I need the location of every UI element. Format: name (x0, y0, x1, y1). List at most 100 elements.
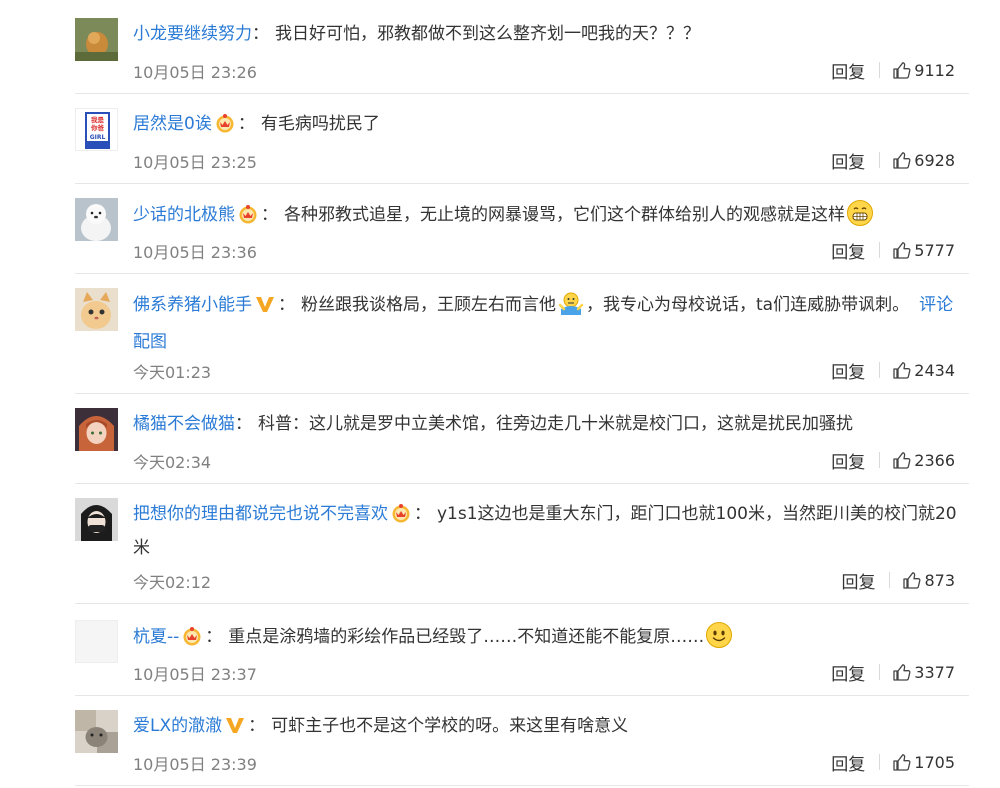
colon: ： (278, 295, 295, 315)
like-count: 5777 (914, 240, 955, 260)
smile-emoji-icon (705, 621, 733, 659)
comment-item: 把想你的理由都说完也说不完喜欢： y1s1这边也是重大东门，距门口也就100米，当… (75, 498, 969, 604)
avatar[interactable] (75, 18, 118, 61)
like-button[interactable]: 2366 (892, 450, 955, 470)
avatar-text: 我是 (91, 115, 105, 124)
like-button[interactable]: 6928 (892, 150, 955, 170)
username-link[interactable]: 爱LX的澈澈 (133, 716, 222, 736)
member-crown-icon (390, 503, 412, 533)
like-button[interactable]: 3377 (892, 662, 955, 682)
like-button[interactable]: 5777 (892, 240, 955, 260)
username-link[interactable]: 把想你的理由都说完也说不完喜欢 (133, 504, 388, 524)
avatar[interactable] (75, 620, 118, 663)
comment-item: 橘猫不会做猫： 科普：这儿就是罗中立美术馆，往旁边走几十米就是校门口，这就是扰民加… (75, 408, 969, 484)
reply-button[interactable]: 回复 (831, 660, 865, 685)
divider (879, 62, 881, 78)
avatar[interactable] (75, 710, 118, 753)
thumbs-up-icon (893, 62, 911, 79)
verified-v-icon (224, 715, 246, 745)
like-count: 2366 (914, 450, 955, 470)
divider (879, 754, 881, 770)
verified-v-icon (254, 294, 276, 324)
like-count: 2434 (914, 360, 955, 380)
like-count: 6928 (914, 150, 955, 170)
thumbs-up-icon (903, 572, 921, 589)
thumbs-up-icon (893, 452, 911, 469)
comment-item: 小龙要继续努力： 我日好可怕，邪教都做不到这么整齐划一吧我的天？？？ 10月05日… (75, 18, 969, 94)
like-count: 3377 (914, 662, 955, 682)
like-button[interactable]: 2434 (892, 360, 955, 380)
grin-emoji-icon (846, 199, 874, 237)
comment-item: 爱LX的澈澈 ：可虾主子也不是这个学校的呀。来这里有啥意义 10月05日 23:3… (75, 710, 969, 786)
avatar[interactable] (75, 408, 118, 451)
avatar-text: GIRL (90, 134, 106, 141)
reply-button[interactable]: 回复 (831, 750, 865, 775)
comment-time: 10月05日 23:26 (133, 63, 257, 82)
comment-text: 可虾主子也不是这个学校的呀。来这里有啥意义 (271, 716, 629, 736)
thumbs-up-icon (893, 754, 911, 771)
reply-button[interactable]: 回复 (831, 148, 865, 173)
username-link[interactable]: 橘猫不会做猫 (133, 414, 235, 434)
colon: ： (261, 205, 278, 225)
comment-text: 粉丝跟我谈格局，王顾左右而言他 (301, 295, 556, 315)
avatar[interactable]: 我是 你爸 GIRL (75, 108, 118, 151)
shrug-emoji-icon (557, 289, 585, 327)
comment-time: 今天02:34 (133, 453, 212, 472)
like-count: 873 (924, 570, 955, 590)
like-button[interactable]: 9112 (892, 60, 955, 80)
username-link[interactable]: 小龙要继续努力 (133, 24, 252, 44)
comment-item: 杭夏-- ：重点是涂鸦墙的彩绘作品已经毁了……不知道还能不能复原…… 10月05日… (75, 620, 969, 696)
divider (879, 362, 881, 378)
member-crown-icon (214, 113, 236, 143)
like-button[interactable]: 873 (902, 570, 955, 590)
username-link[interactable]: 少话的北极熊 (133, 205, 235, 225)
colon: ： (205, 627, 223, 647)
comment-text: ，我专心为母校说话，ta们连威胁带讽刺。 (586, 295, 910, 315)
colon: ： (252, 24, 269, 44)
thumbs-up-icon (893, 242, 911, 259)
avatar-text: 你爸 (90, 123, 105, 132)
comment-item: 我是 你爸 GIRL 居然是0诶 ：有毛病吗扰民了 10月05日 23:25 回复… (75, 108, 969, 184)
reply-button[interactable]: 回复 (841, 568, 875, 593)
colon: ： (237, 114, 255, 134)
username-link[interactable]: 居然是0诶 (133, 114, 212, 134)
like-button[interactable]: 1705 (892, 752, 955, 772)
divider (879, 452, 881, 468)
comment-time: 今天02:12 (133, 573, 212, 592)
comment-time: 10月05日 23:39 (133, 755, 257, 774)
username-link[interactable]: 佛系养猪小能手 (133, 295, 252, 315)
comment-time: 10月05日 23:36 (133, 243, 257, 262)
divider (879, 152, 881, 168)
comment-time: 10月05日 23:37 (133, 665, 257, 684)
comment-text: 有毛病吗扰民了 (260, 114, 380, 134)
like-count: 1705 (914, 752, 955, 772)
divider (879, 242, 881, 258)
comment-text: 我日好可怕，邪教都做不到这么整齐划一吧我的天？？？ (275, 24, 700, 44)
reply-button[interactable]: 回复 (831, 358, 865, 383)
reply-button[interactable]: 回复 (831, 238, 865, 263)
comment-time: 今天01:23 (133, 363, 212, 382)
reply-button[interactable]: 回复 (831, 58, 865, 83)
colon: ： (414, 504, 431, 524)
avatar[interactable] (75, 288, 118, 331)
reply-button[interactable]: 回复 (831, 448, 865, 473)
comment-text: 科普：这儿就是罗中立美术馆，往旁边走几十米就是校门口，这就是扰民加骚扰 (258, 414, 853, 434)
divider (879, 664, 881, 680)
like-count: 9112 (914, 60, 955, 80)
comment-text: 各种邪教式追星，无止境的网暴谩骂，它们这个群体给别人的观感就是这样 (284, 205, 845, 225)
thumbs-up-icon (893, 362, 911, 379)
comment-item: 佛系养猪小能手 ： 粉丝跟我谈格局，王顾左右而言他 ，我专心为母校说话，ta们连威胁带… (75, 288, 969, 394)
thumbs-up-icon (893, 664, 911, 681)
username-link[interactable]: 杭夏-- (133, 627, 179, 647)
colon: ： (235, 414, 252, 434)
member-crown-icon (181, 626, 203, 656)
avatar[interactable] (75, 498, 118, 541)
thumbs-up-icon (893, 152, 911, 169)
avatar[interactable] (75, 198, 118, 241)
colon: ： (248, 716, 266, 736)
comment-time: 10月05日 23:25 (133, 153, 257, 172)
comment-item: 少话的北极熊 ： 各种邪教式追星，无止境的网暴谩骂，它们这个群体给别人的观感就是这样… (75, 198, 969, 274)
comment-list: 小龙要继续努力： 我日好可怕，邪教都做不到这么整齐划一吧我的天？？？ 10月05日… (0, 0, 1000, 788)
comment-text: 重点是涂鸦墙的彩绘作品已经毁了……不知道还能不能复原…… (228, 627, 705, 647)
member-crown-icon (237, 204, 259, 234)
